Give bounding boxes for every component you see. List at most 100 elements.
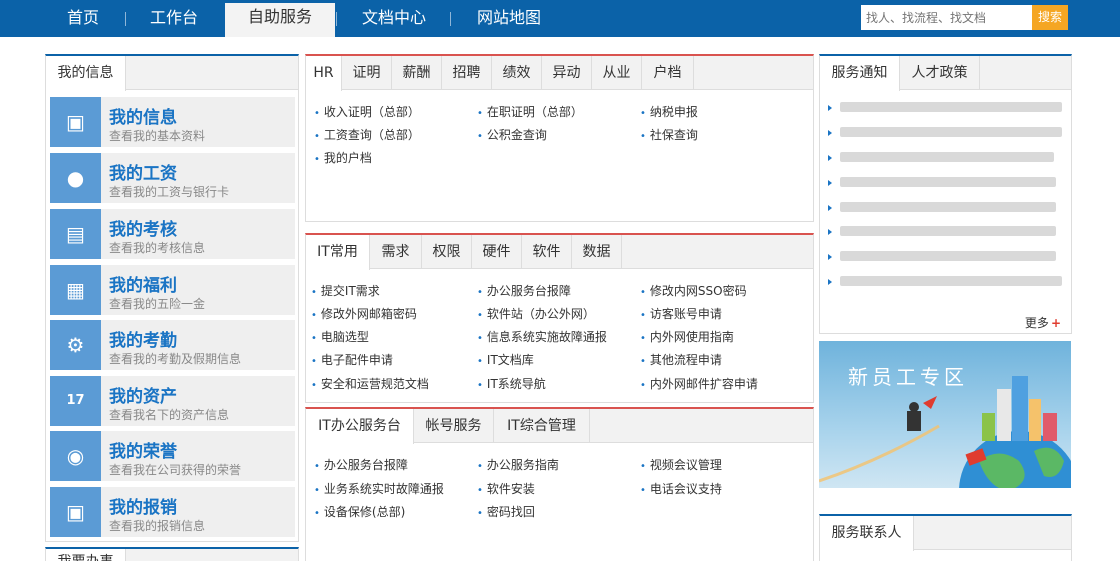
- link-software-site[interactable]: 软件站（办公外网）: [477, 305, 595, 322]
- tab-recruit[interactable]: 招聘: [442, 56, 492, 90]
- link-employment-proof[interactable]: 在职证明（总部）: [477, 103, 583, 120]
- link-password-reset[interactable]: 密码找回: [477, 503, 535, 520]
- link-tax[interactable]: 纳税申报: [640, 103, 698, 120]
- notice-item[interactable]: [840, 127, 1062, 137]
- card-title: 我的资产: [109, 387, 177, 407]
- notice-item[interactable]: [840, 226, 1056, 236]
- link-realtime-fault[interactable]: 业务系统实时故障通报: [314, 480, 444, 497]
- tab-hardware[interactable]: 硬件: [472, 235, 522, 269]
- tab-employment[interactable]: 从业: [592, 56, 642, 90]
- tab-hr[interactable]: HR: [306, 56, 342, 91]
- my-info-tabbar: 我的信息: [46, 56, 298, 91]
- nav-home[interactable]: 首页: [50, 0, 116, 37]
- card-subtitle: 查看我的考核信息: [109, 241, 206, 255]
- card-title: 我的荣誉: [109, 442, 177, 462]
- card-my-salary[interactable]: ● 我的工资 查看我的工资与银行卡: [50, 153, 295, 203]
- tab-household[interactable]: 户档: [642, 56, 694, 90]
- card-my-honors[interactable]: ◉ 我的荣誉 查看我在公司获得的荣誉: [50, 431, 295, 481]
- tab-software[interactable]: 软件: [522, 235, 572, 269]
- tab-it-common[interactable]: IT常用: [306, 235, 370, 270]
- tab-todo[interactable]: 我要办事: [46, 549, 126, 561]
- link-desk-fault[interactable]: 办公服务台报障: [314, 456, 408, 473]
- tab-performance[interactable]: 绩效: [492, 56, 542, 90]
- it-panel: IT常用 需求 权限 硬件 软件 数据 提交IT需求 办公服务台报障 修改内网S…: [305, 233, 814, 403]
- tab-salary[interactable]: 薪酬: [392, 56, 442, 90]
- tab-my-info[interactable]: 我的信息: [46, 56, 126, 91]
- nav-divider: [125, 12, 126, 26]
- nav-site-map[interactable]: 网站地图: [463, 0, 555, 37]
- link-phone-conf[interactable]: 电话会议支持: [640, 480, 722, 497]
- tab-account-service[interactable]: 帐号服务: [414, 409, 494, 443]
- link-fault-notice[interactable]: 信息系统实施故障通报: [477, 328, 607, 345]
- link-video-conf[interactable]: 视频会议管理: [640, 456, 722, 473]
- bullet-icon: [828, 254, 832, 260]
- link-my-household[interactable]: 我的户档: [314, 149, 372, 166]
- nav-workbench[interactable]: 工作台: [136, 0, 212, 37]
- notice-item[interactable]: [840, 276, 1062, 286]
- tab-service-contact[interactable]: 服务联系人: [820, 516, 914, 551]
- tab-certificate[interactable]: 证明: [342, 56, 392, 90]
- todo-panel: 我要办事: [45, 547, 299, 561]
- card-my-welfare[interactable]: ▦ 我的福利 查看我的五险一金: [50, 265, 295, 315]
- hr-tabbar: HR 证明 薪酬 招聘 绩效 异动 从业 户档: [306, 56, 813, 91]
- search-input[interactable]: [861, 5, 1032, 30]
- tab-it-desk[interactable]: IT办公服务台: [306, 409, 414, 444]
- tab-transfer[interactable]: 异动: [542, 56, 592, 90]
- link-income-proof[interactable]: 收入证明（总部）: [314, 103, 420, 120]
- card-my-info[interactable]: ▣ 我的信息 查看我的基本资料: [50, 97, 295, 147]
- link-submit-it[interactable]: 提交IT需求: [311, 282, 380, 299]
- link-salary-query[interactable]: 工资查询（总部）: [314, 126, 420, 143]
- inbox-icon: ▤: [50, 209, 101, 259]
- more-link[interactable]: 更多 +: [1025, 314, 1061, 331]
- link-pc-selection[interactable]: 电脑选型: [311, 328, 369, 345]
- gear-icon: ⚙: [50, 320, 101, 370]
- nav-self-service[interactable]: 自助服务: [225, 3, 335, 37]
- link-mail-expand[interactable]: 内外网邮件扩容申请: [640, 375, 758, 392]
- notice-panel: 服务通知 人才政策 更多 +: [819, 54, 1072, 334]
- card-my-attendance[interactable]: ⚙ 我的考勤 查看我的考勤及假期信息: [50, 320, 295, 370]
- link-it-nav[interactable]: IT系统导航: [477, 375, 546, 392]
- notice-item[interactable]: [840, 102, 1062, 112]
- tab-permission[interactable]: 权限: [422, 235, 472, 269]
- card-subtitle: 查看我在公司获得的荣誉: [109, 463, 242, 477]
- card-my-assessment[interactable]: ▤ 我的考核 查看我的考核信息: [50, 209, 295, 259]
- notice-item[interactable]: [840, 202, 1056, 212]
- card-subtitle: 查看我的基本资料: [109, 129, 206, 143]
- card-my-expenses[interactable]: ▣ 我的报销 查看我的报销信息: [50, 487, 295, 537]
- my-info-panel: 我的信息 ▣ 我的信息 查看我的基本资料 ● 我的工资 查看我的工资与银行卡 ▤…: [45, 54, 299, 542]
- link-security-docs[interactable]: 安全和运营规范文档: [311, 375, 429, 392]
- bullet-icon: [828, 105, 832, 111]
- link-guest-account[interactable]: 访客账号申请: [640, 305, 722, 322]
- link-desk-report[interactable]: 办公服务台报障: [477, 282, 571, 299]
- link-desk-guide[interactable]: 办公服务指南: [477, 456, 559, 473]
- nav-doc-center[interactable]: 文档中心: [350, 0, 438, 37]
- link-accessories[interactable]: 电子配件申请: [311, 351, 393, 368]
- link-fund-query[interactable]: 公积金查询: [477, 126, 547, 143]
- tab-it-management[interactable]: IT综合管理: [494, 409, 590, 443]
- bullet-icon: [828, 180, 832, 186]
- search-button[interactable]: 搜索: [1032, 5, 1068, 30]
- tab-talent-policy[interactable]: 人才政策: [900, 56, 980, 90]
- link-software-install[interactable]: 软件安装: [477, 480, 535, 497]
- notice-item[interactable]: [840, 152, 1054, 162]
- briefcase-icon: ▣: [50, 97, 101, 147]
- link-device-repair[interactable]: 设备保修(总部): [314, 503, 405, 520]
- tab-service-notice[interactable]: 服务通知: [820, 56, 900, 91]
- link-network-guide[interactable]: 内外网使用指南: [640, 328, 734, 345]
- link-other-process[interactable]: 其他流程申请: [640, 351, 722, 368]
- book-icon: ▦: [50, 265, 101, 315]
- notice-item[interactable]: [840, 251, 1056, 261]
- link-it-docs[interactable]: IT文档库: [477, 351, 534, 368]
- link-mail-password[interactable]: 修改外网邮箱密码: [311, 305, 417, 322]
- top-nav: 首页 工作台 自助服务 文档中心 网站地图 搜索: [0, 0, 1120, 37]
- card-my-assets[interactable]: 17 我的资产 查看我名下的资产信息: [50, 376, 295, 426]
- tab-data[interactable]: 数据: [572, 235, 622, 269]
- link-sso-password[interactable]: 修改内网SSO密码: [640, 282, 747, 299]
- card-title: 我的考勤: [109, 331, 177, 351]
- new-employee-banner[interactable]: 新员工专区: [819, 341, 1071, 488]
- bullet-icon: [828, 155, 832, 161]
- card-subtitle: 查看我的五险一金: [109, 297, 206, 311]
- notice-item[interactable]: [840, 177, 1056, 187]
- link-social-security[interactable]: 社保查询: [640, 126, 698, 143]
- tab-demand[interactable]: 需求: [370, 235, 422, 269]
